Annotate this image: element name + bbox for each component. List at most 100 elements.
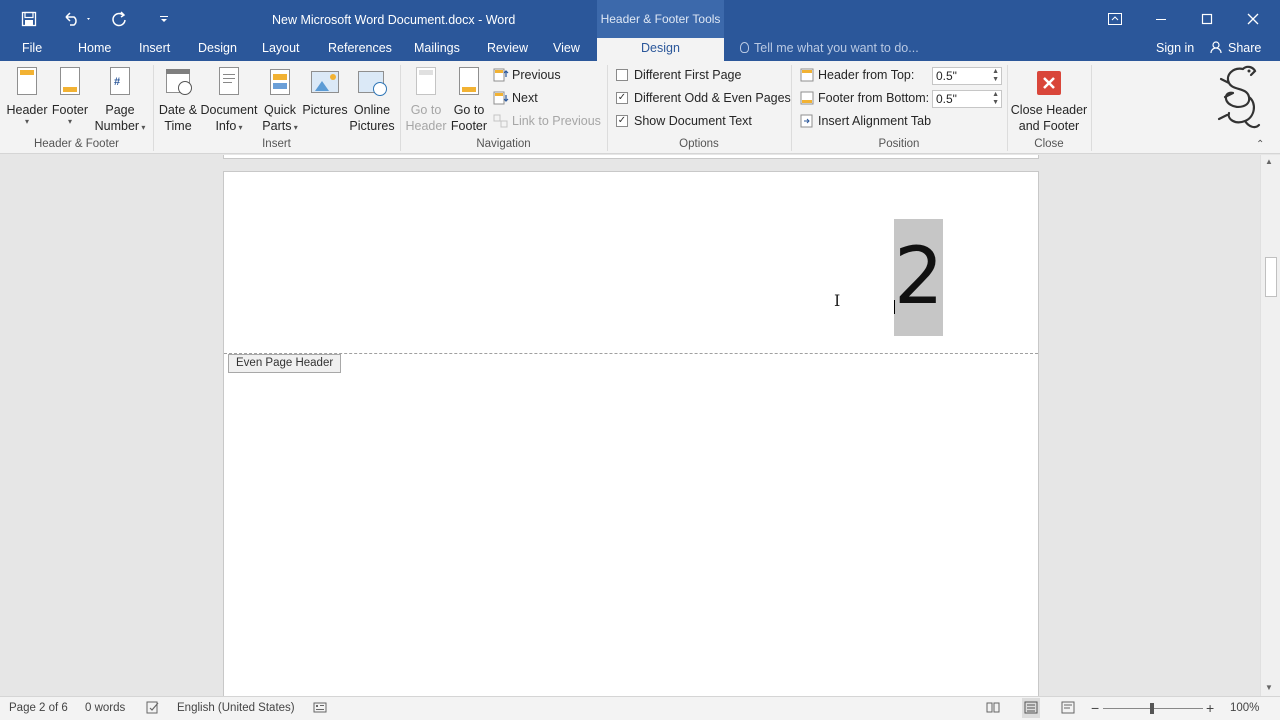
pictures-button[interactable]: Pictures — [302, 67, 348, 118]
status-bar: Page 2 of 6 0 words English (United Stat… — [0, 696, 1280, 720]
tab-header-footer-design[interactable]: Design — [597, 38, 724, 61]
previous-page-edge — [223, 155, 1039, 159]
go-to-footer-button[interactable]: Go to Footer — [448, 67, 490, 134]
tab-design[interactable]: Design — [198, 38, 237, 61]
sign-in-link[interactable]: Sign in — [1156, 38, 1194, 61]
redo-icon[interactable] — [108, 8, 130, 30]
dropdown-arrow-icon: ▾ — [24, 117, 29, 126]
document-info-button[interactable]: Document Info ▾ — [200, 67, 258, 136]
group-label-insert: Insert — [262, 138, 291, 150]
footer-label: Footer — [51, 103, 89, 117]
zoom-in-icon[interactable]: + — [1206, 700, 1214, 716]
share-button[interactable]: Share — [1210, 38, 1261, 61]
quick-parts-label-1: Quick — [264, 103, 296, 117]
save-icon[interactable] — [18, 8, 40, 30]
document-page[interactable]: 2 I Even Page Header — [223, 171, 1039, 696]
online-pictures-label-1: Online — [353, 103, 391, 117]
alignment-tab-icon — [800, 114, 813, 128]
spinner-arrows-icon[interactable]: ▲ ▼ — [992, 68, 999, 84]
minimize-icon[interactable] — [1138, 0, 1184, 38]
maximize-icon[interactable] — [1184, 0, 1230, 38]
undo-icon[interactable] — [60, 8, 94, 30]
link-to-previous-label: Link to Previous — [512, 114, 601, 128]
footer-icon — [54, 67, 86, 99]
footer-from-bottom-label: Footer from Bottom: — [818, 91, 930, 105]
close-window-icon[interactable] — [1230, 0, 1276, 38]
tell-me-search[interactable]: Tell me what you want to do... — [740, 38, 919, 61]
checkbox-checked[interactable]: ✓ — [616, 115, 628, 127]
dragon-logo-icon — [1217, 65, 1261, 129]
footer-from-bottom-spinner[interactable]: 0.5" ▲ ▼ — [932, 90, 1002, 108]
header-from-top-spinner[interactable]: 0.5" ▲ ▼ — [932, 67, 1002, 85]
read-mode-icon[interactable] — [986, 701, 1000, 717]
tab-references[interactable]: References — [328, 38, 392, 61]
document-info-icon — [213, 67, 245, 99]
header-from-top-row: Header from Top: — [799, 65, 914, 85]
tab-file[interactable]: File — [22, 38, 42, 61]
vertical-scrollbar[interactable]: ▲ ▼ — [1260, 155, 1280, 696]
different-first-page-label: Different First Page — [634, 68, 742, 82]
zoom-level[interactable]: 100% — [1230, 702, 1259, 714]
group-label-close: Close — [1034, 138, 1064, 150]
checkbox-checked[interactable]: ✓ — [616, 92, 628, 104]
zoom-slider-thumb[interactable] — [1150, 703, 1154, 714]
online-pictures-label-2: Pictures — [349, 119, 395, 133]
tab-layout[interactable]: Layout — [262, 38, 300, 61]
ribbon-tab-row: File Home Insert Design Layout Reference… — [0, 38, 1280, 61]
online-pictures-icon — [356, 67, 388, 99]
spinner-arrows-icon[interactable]: ▲ ▼ — [992, 91, 999, 107]
group-separator — [1091, 65, 1092, 151]
footer-button[interactable]: Footer ▾ — [50, 67, 90, 126]
scroll-down-icon[interactable]: ▼ — [1265, 683, 1273, 692]
text-caret — [894, 300, 895, 314]
tab-insert[interactable]: Insert — [139, 38, 170, 61]
group-label-navigation: Navigation — [476, 138, 531, 150]
scroll-up-icon[interactable]: ▲ — [1265, 157, 1273, 166]
person-icon — [1210, 41, 1222, 54]
quick-parts-button[interactable]: Quick Parts ▾ — [260, 67, 300, 136]
close-header-footer-button[interactable]: Close Header and Footer — [1010, 67, 1088, 134]
show-document-text-label: Show Document Text — [634, 114, 752, 128]
next-button[interactable]: Next — [493, 88, 538, 108]
online-pictures-button[interactable]: Online Pictures — [348, 67, 396, 134]
group-label-options: Options — [679, 138, 719, 150]
different-odd-even-checkbox[interactable]: ✓ Different Odd & Even Pages — [616, 88, 791, 108]
proofing-icon[interactable] — [146, 701, 160, 717]
page-number-button[interactable]: # Page Number ▾ — [94, 67, 146, 136]
link-icon — [493, 114, 508, 128]
group-label-position: Position — [878, 138, 920, 150]
close-label-1: Close Header — [1010, 103, 1088, 117]
tab-home[interactable]: Home — [78, 38, 111, 61]
language-indicator[interactable]: English (United States) — [177, 702, 295, 714]
collapse-ribbon-icon[interactable]: ⌃ — [1256, 139, 1264, 150]
web-layout-icon[interactable] — [1061, 701, 1075, 717]
tab-review[interactable]: Review — [487, 38, 528, 61]
go-to-header-button[interactable]: Go to Header — [404, 67, 448, 134]
date-time-button[interactable]: Date & Time — [156, 67, 200, 134]
quick-parts-label-2: Parts ▾ — [262, 119, 298, 133]
word-count[interactable]: 0 words — [85, 702, 125, 714]
ribbon-display-options-icon[interactable] — [1092, 0, 1138, 38]
header-from-top-value: 0.5" — [936, 69, 957, 83]
checkbox-unchecked[interactable] — [616, 69, 628, 81]
document-info-label-2: Info ▾ — [215, 119, 243, 133]
show-document-text-checkbox[interactable]: ✓ Show Document Text — [616, 111, 752, 131]
scrollbar-thumb[interactable] — [1265, 257, 1277, 297]
link-to-previous-button[interactable]: Link to Previous — [493, 111, 601, 131]
header-page-number[interactable]: 2 — [894, 219, 944, 336]
customize-qat-icon[interactable] — [156, 8, 172, 30]
insert-alignment-tab-button[interactable]: Insert Alignment Tab — [799, 111, 931, 131]
insert-alignment-tab-label: Insert Alignment Tab — [818, 114, 932, 128]
calendar-icon — [162, 67, 194, 99]
previous-button[interactable]: Previous — [493, 65, 561, 85]
print-layout-icon[interactable] — [1022, 698, 1040, 718]
header-button[interactable]: Header ▾ — [4, 67, 50, 126]
close-x-icon — [1033, 67, 1065, 99]
different-first-page-checkbox[interactable]: Different First Page — [616, 65, 741, 85]
macro-recording-icon[interactable] — [313, 701, 327, 717]
tab-mailings[interactable]: Mailings — [414, 38, 460, 61]
zoom-out-icon[interactable]: − — [1091, 700, 1099, 716]
tab-view[interactable]: View — [553, 38, 580, 61]
tell-me-text: Tell me what you want to do... — [754, 41, 919, 55]
page-count[interactable]: Page 2 of 6 — [9, 702, 68, 714]
